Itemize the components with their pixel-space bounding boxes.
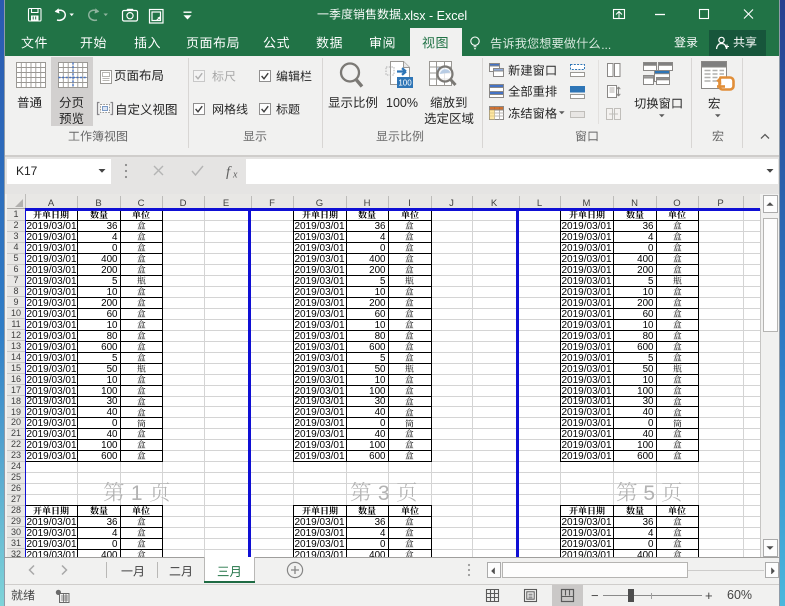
svg-text:100: 100	[398, 79, 412, 88]
svg-text:x: x	[232, 170, 238, 180]
svg-text:f: f	[226, 165, 232, 180]
